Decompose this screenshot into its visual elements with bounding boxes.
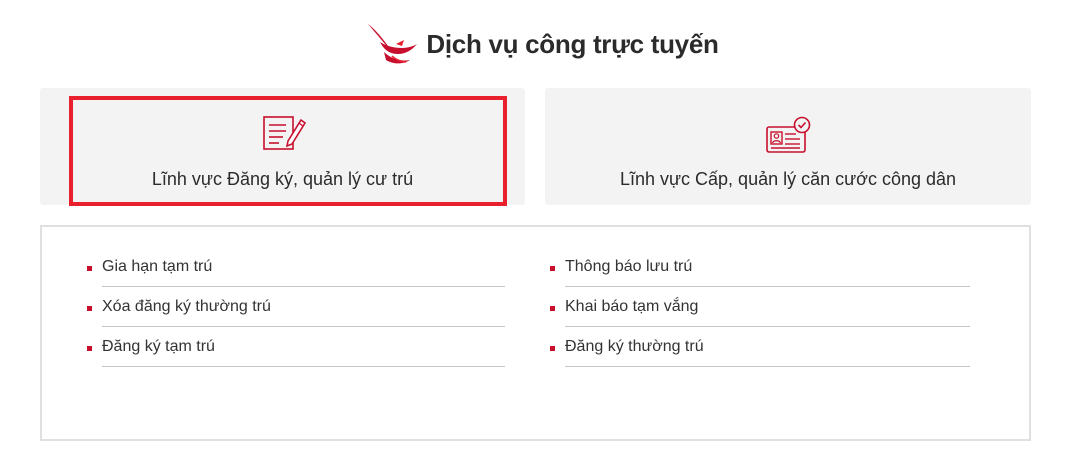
edit-document-icon bbox=[262, 116, 306, 150]
page-title: Dịch vụ công trực tuyến bbox=[426, 28, 719, 59]
category-card-residence[interactable]: Lĩnh vực Đăng ký, quản lý cư trú bbox=[40, 88, 525, 206]
service-label[interactable]: Khai báo tạm vắng bbox=[565, 298, 698, 316]
id-card-check-icon bbox=[766, 116, 811, 153]
service-label[interactable]: Thông báo lưu trú bbox=[565, 258, 692, 276]
service-link-report-stay[interactable]: Thông báo lưu trú bbox=[550, 251, 970, 291]
services-list-left: Gia hạn tạm trú Xóa đăng ký thường trú Đ… bbox=[87, 251, 505, 371]
divider bbox=[102, 326, 505, 327]
divider bbox=[565, 286, 970, 287]
service-link-declare-temporary-absence[interactable]: Khai báo tạm vắng bbox=[550, 291, 970, 331]
service-label[interactable]: Đăng ký tạm trú bbox=[102, 338, 215, 356]
bullet-icon bbox=[550, 306, 555, 311]
bullet-icon bbox=[550, 266, 555, 271]
category-label: Lĩnh vực Cấp, quản lý căn cước công dân bbox=[619, 169, 957, 189]
service-link-extend-temporary-residence[interactable]: Gia hạn tạm trú bbox=[87, 251, 505, 291]
service-label[interactable]: Xóa đăng ký thường trú bbox=[102, 298, 271, 316]
divider bbox=[565, 366, 970, 367]
service-link-register-permanent-residence[interactable]: Đăng ký thường trú bbox=[550, 331, 970, 371]
bullet-icon bbox=[87, 346, 92, 351]
category-card-citizen-id[interactable]: Lĩnh vực Cấp, quản lý căn cước công dân bbox=[545, 88, 1031, 205]
service-link-remove-permanent-residence[interactable]: Xóa đăng ký thường trú bbox=[87, 291, 505, 331]
bullet-icon bbox=[550, 346, 555, 351]
services-list-right: Thông báo lưu trú Khai báo tạm vắng Đăng… bbox=[550, 251, 970, 371]
bullet-icon bbox=[87, 266, 92, 271]
category-label: Lĩnh vực Đăng ký, quản lý cư trú bbox=[151, 169, 414, 189]
bullet-icon bbox=[87, 306, 92, 311]
section-header: Dịch vụ công trực tuyến bbox=[0, 22, 1085, 66]
divider bbox=[102, 286, 505, 287]
service-label[interactable]: Gia hạn tạm trú bbox=[102, 258, 212, 276]
service-link-register-temporary-residence[interactable]: Đăng ký tạm trú bbox=[87, 331, 505, 371]
divider bbox=[565, 326, 970, 327]
stork-emblem-icon bbox=[368, 24, 418, 64]
services-panel: Gia hạn tạm trú Xóa đăng ký thường trú Đ… bbox=[40, 225, 1031, 441]
divider bbox=[102, 366, 505, 367]
service-label[interactable]: Đăng ký thường trú bbox=[565, 338, 704, 356]
